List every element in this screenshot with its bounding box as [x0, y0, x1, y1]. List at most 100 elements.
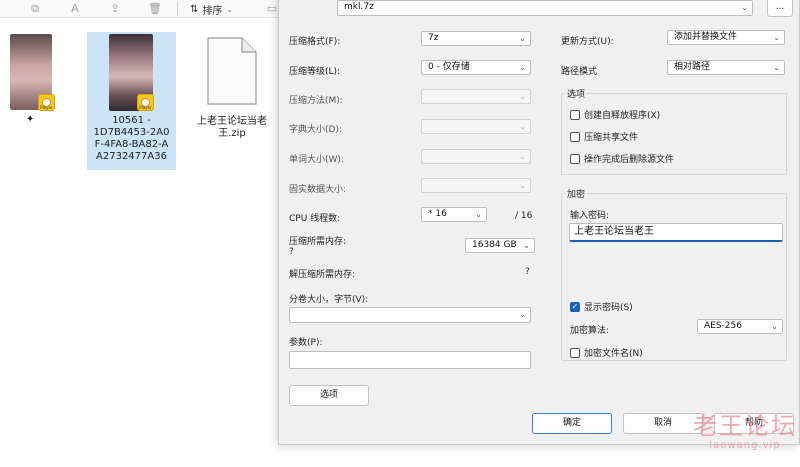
- checkbox-box: [570, 153, 580, 164]
- file-item-video-2[interactable]: Player 10561 - 1D7B4453-2A0 F-4FA8-BA82-…: [87, 32, 176, 170]
- cpu-threads-select[interactable]: * 16 ⌄: [421, 207, 487, 222]
- split-size-select[interactable]: ⌄: [289, 307, 531, 323]
- checkbox-box: [570, 347, 580, 358]
- decompress-memory-value: ?: [525, 267, 530, 277]
- show-password-checkbox[interactable]: ✓ 显示密码(S): [570, 300, 633, 313]
- chevron-down-icon: ⌄: [519, 92, 526, 101]
- watermark-main: 老王论坛: [693, 412, 797, 440]
- chevron-down-icon: ⌄: [519, 152, 526, 161]
- file-item-video-1[interactable]: Player ✦: [8, 34, 58, 129]
- file-name-line: A2732477A36: [96, 151, 167, 162]
- checkbox-box: [570, 131, 580, 142]
- player-badge-icon: Player: [38, 94, 55, 111]
- chevron-down-icon: ⌄: [519, 310, 526, 319]
- file-name-line: 王.zip: [218, 128, 246, 139]
- encryption-method-label: 加密算法:: [570, 326, 610, 336]
- file-name-line: 1D7B4453-2A0: [93, 127, 170, 138]
- chevron-down-icon: ⌄: [771, 322, 778, 331]
- solid-size-label: 固实数据大小:: [289, 185, 347, 195]
- update-mode-label: 更新方式(U):: [561, 37, 614, 47]
- file-name-line: F-4FA8-BA82-A: [94, 139, 169, 150]
- sort-icon: ⇅: [190, 3, 199, 15]
- player-badge-icon: Player: [137, 94, 154, 111]
- update-mode-value: 添加并替换文件: [674, 32, 738, 42]
- browse-button[interactable]: ...: [767, 0, 793, 17]
- compress-memory-select[interactable]: 16384 GB ⌄: [465, 238, 535, 253]
- cpu-threads-total: / 16: [515, 211, 533, 221]
- archive-path-value: mkl.7z: [344, 2, 374, 12]
- file-name-line: 10561 -: [112, 115, 151, 126]
- compress-memory-label: 压缩所需内存:: [289, 237, 347, 247]
- decompress-memory-label: 解压缩所需内存:: [289, 270, 356, 280]
- shared-files-label: 压缩共享文件: [584, 133, 639, 143]
- copy-icon[interactable]: ⧉: [28, 2, 42, 16]
- sfx-checkbox[interactable]: 创建自释放程序(X): [570, 108, 660, 121]
- split-size-label: 分卷大小，字节(V):: [289, 295, 369, 305]
- ok-button[interactable]: 确定: [532, 413, 612, 434]
- rename-icon[interactable]: Ａ: [68, 2, 82, 16]
- sfx-label: 创建自释放程序(X): [584, 111, 661, 121]
- site-watermark: 老王论坛 laowang.vip: [690, 412, 800, 452]
- sort-button[interactable]: ⇅ 排序 ⌄: [190, 2, 234, 17]
- show-password-label: 显示密码(S): [584, 303, 633, 313]
- encrypt-names-checkbox[interactable]: 加密文件名(N): [570, 346, 643, 359]
- solid-size-select[interactable]: ⌄: [421, 178, 531, 193]
- file-name: 上老王论坛当老 王.zip: [188, 116, 276, 140]
- encryption-group-title: 加密: [565, 187, 588, 200]
- sparkle-icon: ✦: [26, 114, 35, 125]
- compress-memory-question: ?: [289, 247, 294, 257]
- chevron-down-icon: ⌄: [741, 3, 748, 12]
- level-label: 压缩等级(L):: [289, 67, 341, 77]
- cpu-threads-label: CPU 线程数:: [289, 214, 341, 224]
- checkbox-box: [570, 109, 580, 120]
- word-size-label: 单词大小(W):: [289, 155, 344, 165]
- chevron-down-icon: ⌄: [773, 63, 780, 72]
- password-input[interactable]: 上老王论坛当老王: [569, 223, 783, 242]
- chevron-down-icon: ⌄: [475, 210, 482, 219]
- options-button[interactable]: 选项: [289, 385, 369, 406]
- compress-memory-value: 16384 GB: [472, 240, 517, 250]
- method-label: 压缩方法(M):: [289, 96, 343, 106]
- toolbar-divider: [177, 2, 178, 16]
- delete-after-label: 操作完成后删除源文件: [584, 155, 675, 165]
- path-mode-value: 相对路径: [674, 62, 711, 72]
- format-select[interactable]: 7z ⌄: [421, 31, 531, 46]
- encryption-method-value: AES-256: [704, 321, 742, 331]
- path-mode-label: 路径模式: [561, 67, 598, 77]
- chevron-down-icon: ⌄: [519, 181, 526, 190]
- share-icon[interactable]: ⇪: [108, 2, 122, 16]
- checkmark-icon: ✓: [570, 301, 580, 312]
- path-mode-select[interactable]: 相对路径 ⌄: [667, 60, 785, 75]
- params-label: 参数(P):: [289, 338, 323, 348]
- params-input[interactable]: [289, 351, 531, 369]
- chevron-down-icon: ⌄: [519, 34, 526, 43]
- word-size-select[interactable]: ⌄: [421, 149, 531, 164]
- delete-icon[interactable]: 🗑: [148, 2, 162, 16]
- encryption-method-select[interactable]: AES-256 ⌄: [697, 319, 783, 334]
- chevron-down-icon: ⌄: [773, 33, 780, 42]
- update-mode-select[interactable]: 添加并替换文件 ⌄: [667, 30, 785, 45]
- watermark-sub: laowang.vip: [709, 440, 781, 451]
- archive-path-combo[interactable]: mkl.7z ⌄: [337, 0, 753, 16]
- chevron-down-icon: ⌄: [523, 241, 530, 250]
- chevron-down-icon: ⌄: [226, 4, 234, 14]
- file-name-line: 上老王论坛当老: [197, 116, 267, 127]
- chevron-down-icon: ⌄: [519, 63, 526, 72]
- file-name: 10561 - 1D7B4453-2A0 F-4FA8-BA82-A A2732…: [89, 115, 174, 163]
- cpu-threads-value: * 16: [428, 209, 447, 219]
- method-select[interactable]: ⌄: [421, 89, 531, 104]
- chevron-down-icon: ⌄: [519, 122, 526, 131]
- options-group-title: 选项: [565, 87, 588, 100]
- password-label: 输入密码:: [570, 211, 610, 221]
- level-select[interactable]: 0 - 仅存储 ⌄: [421, 60, 531, 75]
- sort-label: 排序: [202, 5, 223, 17]
- shared-files-checkbox[interactable]: 压缩共享文件: [570, 130, 638, 143]
- file-item-zip[interactable]: 上老王论坛当老 王.zip: [188, 36, 276, 146]
- format-label: 压缩格式(F):: [289, 37, 341, 47]
- delete-after-checkbox[interactable]: 操作完成后删除源文件: [570, 152, 674, 165]
- format-value: 7z: [428, 33, 439, 43]
- dict-size-select[interactable]: ⌄: [421, 119, 531, 134]
- view-icon[interactable]: ▭: [265, 2, 279, 16]
- add-to-archive-dialog: mkl.7z ⌄ ... 压缩格式(F): 7z ⌄ 压缩等级(L): 0 - 仅…: [278, 0, 800, 445]
- level-value: 0 - 仅存储: [428, 62, 470, 72]
